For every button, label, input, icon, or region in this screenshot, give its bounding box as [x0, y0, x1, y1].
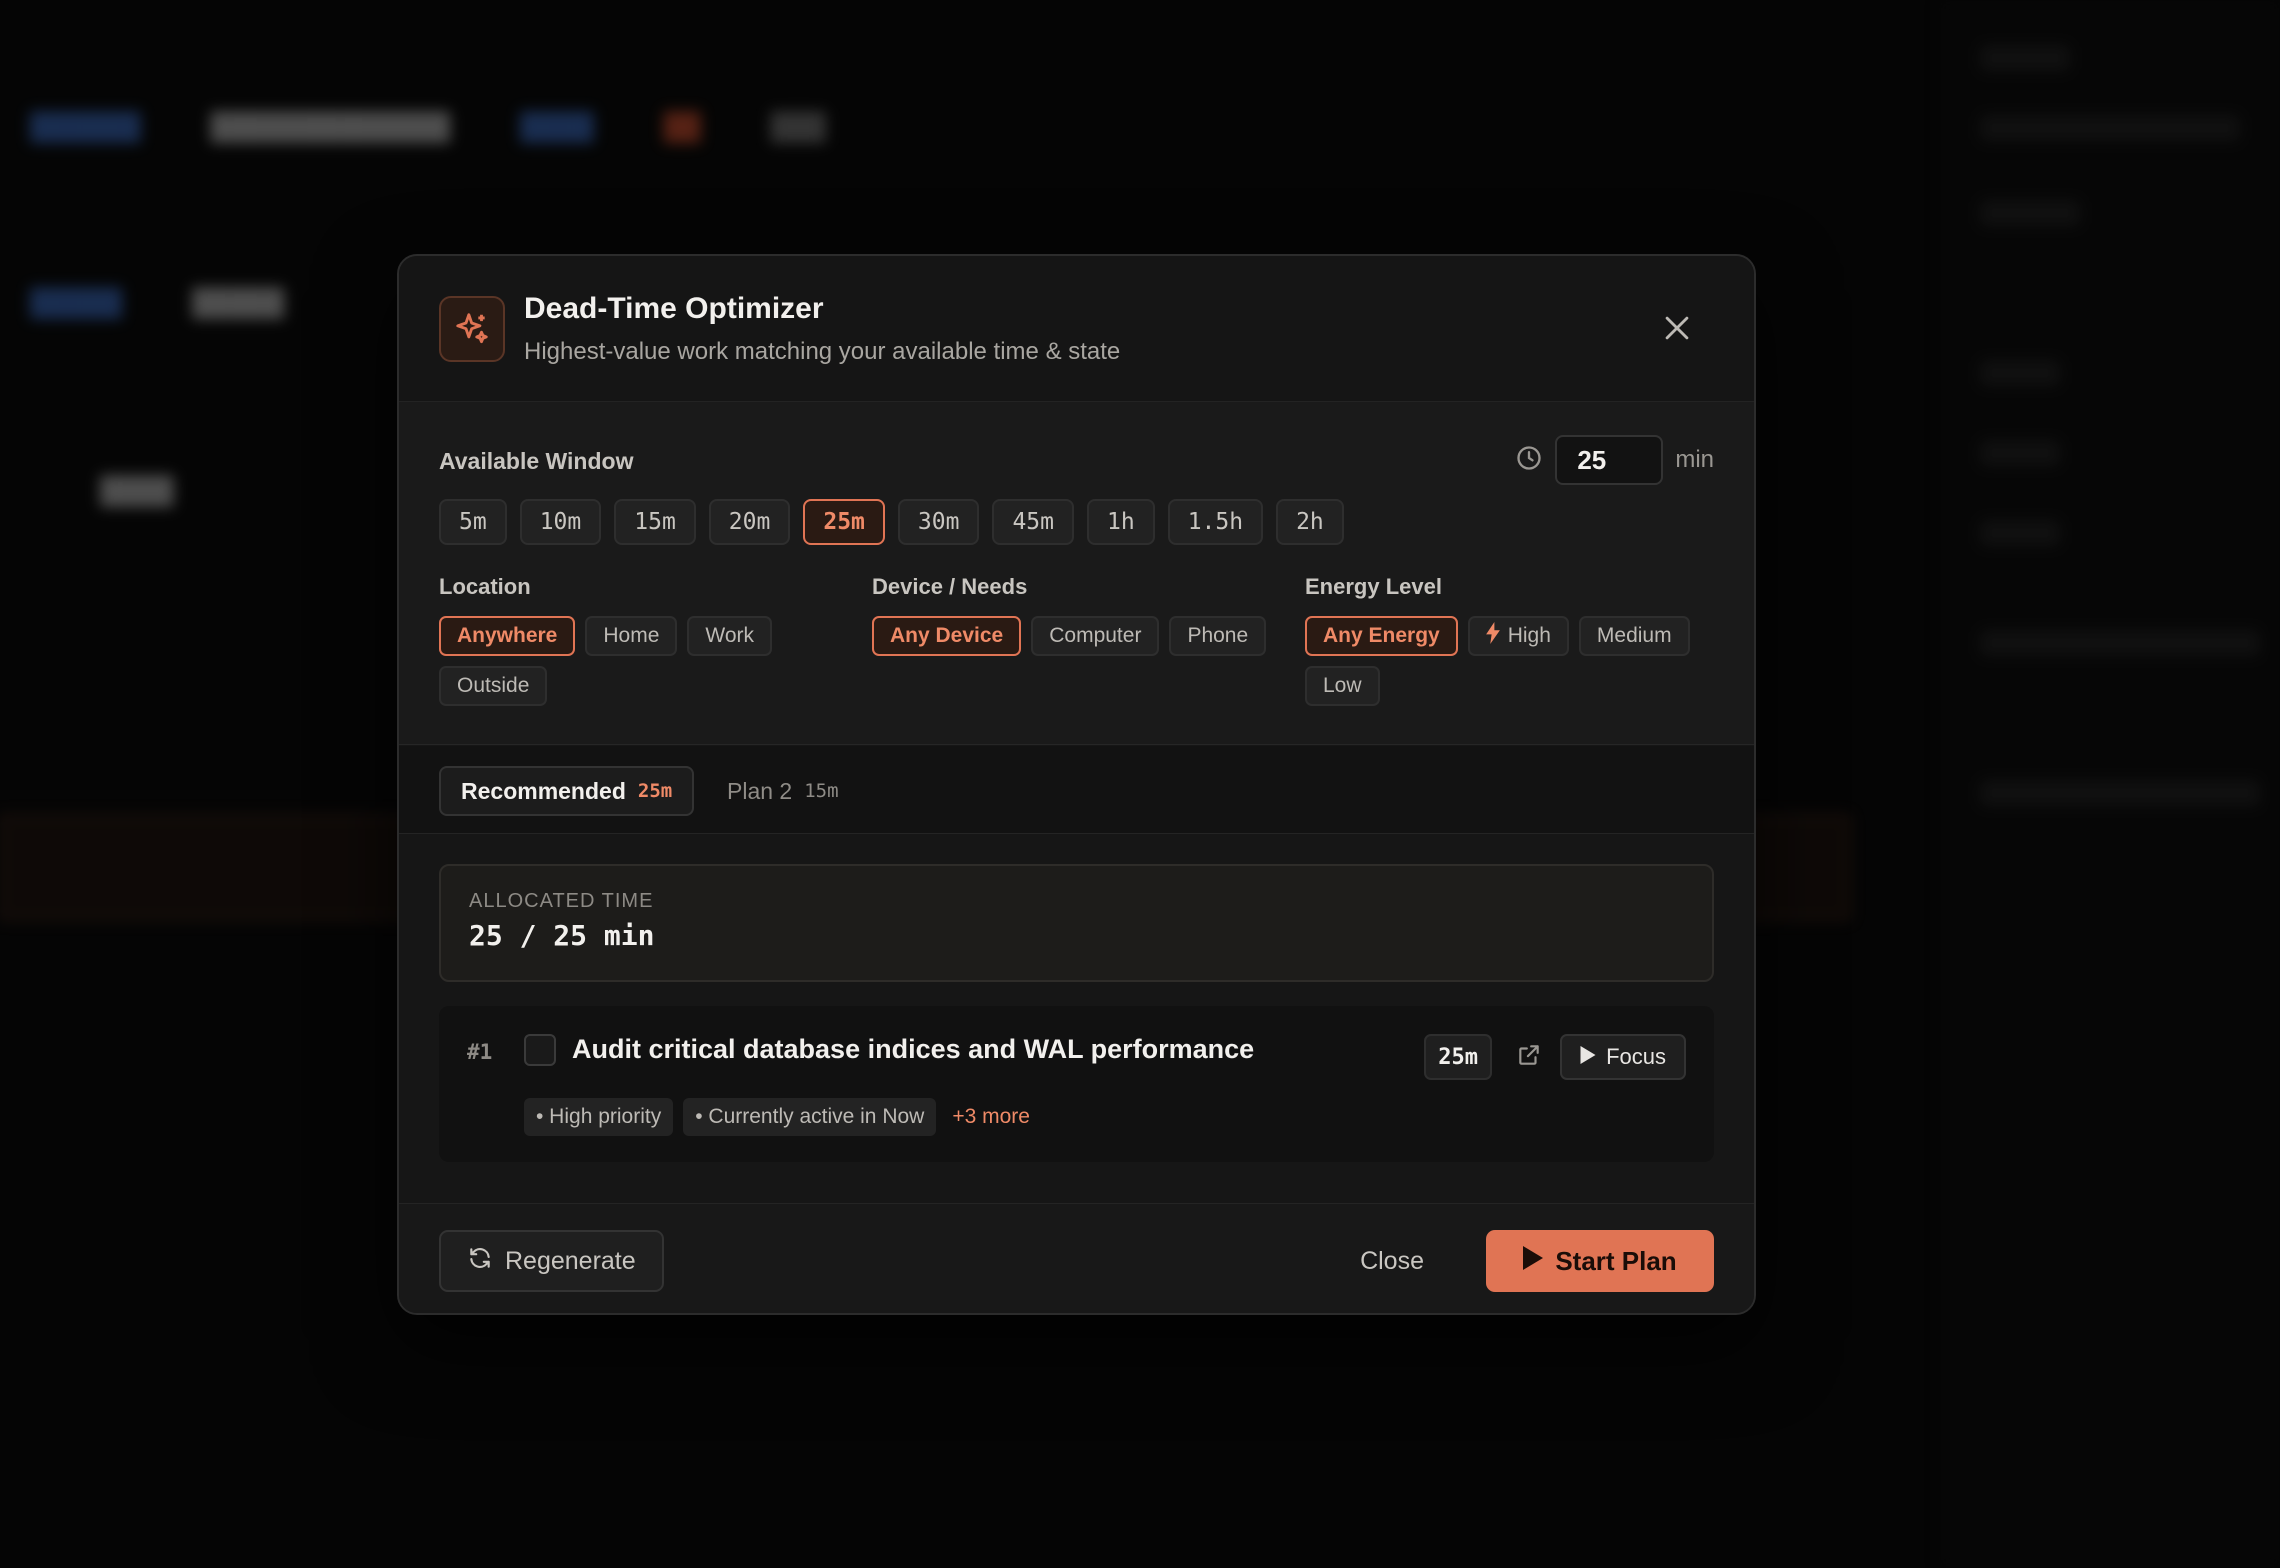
energy-label: Energy Level — [1305, 574, 1442, 599]
time-chip-30m[interactable]: 30m — [897, 499, 980, 545]
device-label: Device / Needs — [872, 574, 1028, 599]
task-tag: • Currently active in Now — [683, 1098, 937, 1136]
task-checkbox[interactable] — [524, 1034, 556, 1066]
device-chip-any-device[interactable]: Any Device — [872, 616, 1022, 656]
close-button[interactable]: Close — [1342, 1230, 1442, 1292]
device-group: Device / Needs Any Device Computer Phone — [872, 574, 1292, 656]
time-chip-20m[interactable]: 20m — [708, 499, 791, 545]
tab-recommended[interactable]: Recommended 25m — [439, 766, 695, 816]
external-link-icon[interactable] — [1516, 1042, 1542, 1068]
background-sidebar — [1940, 0, 2280, 1568]
allocated-time-value: 25 / 25 min — [469, 919, 655, 952]
dead-time-optimizer-dialog: Dead-Time Optimizer Highest-value work m… — [397, 254, 1756, 1315]
time-chip-10m[interactable]: 10m — [519, 499, 602, 545]
location-chip-work[interactable]: Work — [687, 616, 773, 656]
regenerate-label: Regenerate — [505, 1246, 636, 1275]
energy-group: Energy Level Any Energy High Medium Low — [1305, 574, 1725, 706]
task-title: Audit critical database indices and WAL … — [572, 1034, 1255, 1064]
allocated-time-label: ALLOCATED TIME — [469, 890, 654, 912]
play-icon — [1523, 1245, 1544, 1277]
time-chip-5m[interactable]: 5m — [439, 499, 507, 545]
minutes-input-group: 25 min — [1515, 435, 1714, 485]
regenerate-button[interactable]: Regenerate — [439, 1230, 664, 1292]
time-chip-1-5h[interactable]: 1.5h — [1167, 499, 1264, 545]
location-chip-home[interactable]: Home — [585, 616, 678, 656]
dialog-header: Dead-Time Optimizer Highest-value work m… — [399, 256, 1754, 402]
energy-chip-any-energy[interactable]: Any Energy — [1305, 616, 1458, 656]
device-chips: Any Device Computer Phone — [872, 616, 1292, 656]
task-tag: • High priority — [524, 1098, 674, 1136]
location-chips: Anywhere Home Work Outside — [439, 616, 839, 706]
filter-controls: Available Window 25 min 5m 10m 15m 20m 2… — [399, 402, 1754, 745]
task-tags: • High priority • Currently active in No… — [524, 1098, 1030, 1136]
more-tags-link[interactable]: +3 more — [952, 1105, 1030, 1129]
tab-plan-2-duration: 15m — [804, 780, 839, 802]
clock-icon — [1515, 444, 1543, 477]
location-chip-anywhere[interactable]: Anywhere — [439, 616, 576, 656]
time-chip-15m[interactable]: 15m — [614, 499, 696, 545]
energy-chip-high-label: High — [1507, 624, 1551, 647]
close-icon[interactable] — [1660, 311, 1694, 345]
tab-plan-2[interactable]: Plan 2 15m — [707, 766, 859, 816]
time-chip-1h[interactable]: 1h — [1086, 499, 1155, 545]
time-window-chips: 5m 10m 15m 20m 25m 30m 45m 1h 1.5h 2h — [439, 499, 1344, 545]
time-chip-45m[interactable]: 45m — [992, 499, 1074, 545]
minutes-input[interactable]: 25 — [1555, 435, 1664, 485]
tab-plan-2-label: Plan 2 — [727, 777, 793, 804]
dialog-title: Dead-Time Optimizer — [524, 292, 824, 325]
play-icon — [1580, 1044, 1596, 1070]
plan-content: ALLOCATED TIME 25 / 25 min #1 Audit crit… — [399, 834, 1754, 1207]
allocated-time-card: ALLOCATED TIME 25 / 25 min — [439, 864, 1714, 982]
focus-button-label: Focus — [1606, 1044, 1666, 1069]
time-chip-2h[interactable]: 2h — [1276, 499, 1344, 545]
device-chip-phone[interactable]: Phone — [1169, 616, 1267, 656]
location-group: Location Anywhere Home Work Outside — [439, 574, 839, 706]
plan-tabs: Recommended 25m Plan 2 15m — [399, 746, 1754, 834]
energy-chip-high[interactable]: High — [1467, 616, 1569, 656]
minutes-unit: min — [1675, 446, 1714, 473]
task-duration-badge: 25m — [1424, 1034, 1492, 1080]
energy-chips: Any Energy High Medium Low — [1305, 616, 1725, 706]
tab-recommended-duration: 25m — [637, 780, 673, 802]
device-chip-computer[interactable]: Computer — [1031, 616, 1160, 656]
sparkle-icon — [439, 296, 505, 362]
dialog-subtitle: Highest-value work matching your availab… — [524, 338, 1121, 365]
available-window-label: Available Window — [439, 448, 634, 474]
start-plan-button[interactable]: Start Plan — [1486, 1230, 1714, 1292]
time-chip-25m[interactable]: 25m — [803, 499, 885, 545]
location-label: Location — [439, 574, 531, 599]
focus-button[interactable]: Focus — [1560, 1034, 1686, 1080]
dialog-footer: Regenerate Close Start Plan — [399, 1203, 1754, 1313]
lightning-icon — [1485, 622, 1500, 650]
location-chip-outside[interactable]: Outside — [439, 666, 548, 706]
task-rank: #1 — [467, 1040, 493, 1064]
energy-chip-medium[interactable]: Medium — [1578, 616, 1690, 656]
task-card: #1 Audit critical database indices and W… — [439, 1006, 1714, 1162]
tab-recommended-label: Recommended — [461, 777, 626, 804]
refresh-icon — [467, 1245, 493, 1278]
background-row: ██████ █████████████ ████ ██ ███ — [30, 110, 826, 141]
start-plan-label: Start Plan — [1555, 1245, 1677, 1276]
energy-chip-low[interactable]: Low — [1305, 666, 1380, 706]
